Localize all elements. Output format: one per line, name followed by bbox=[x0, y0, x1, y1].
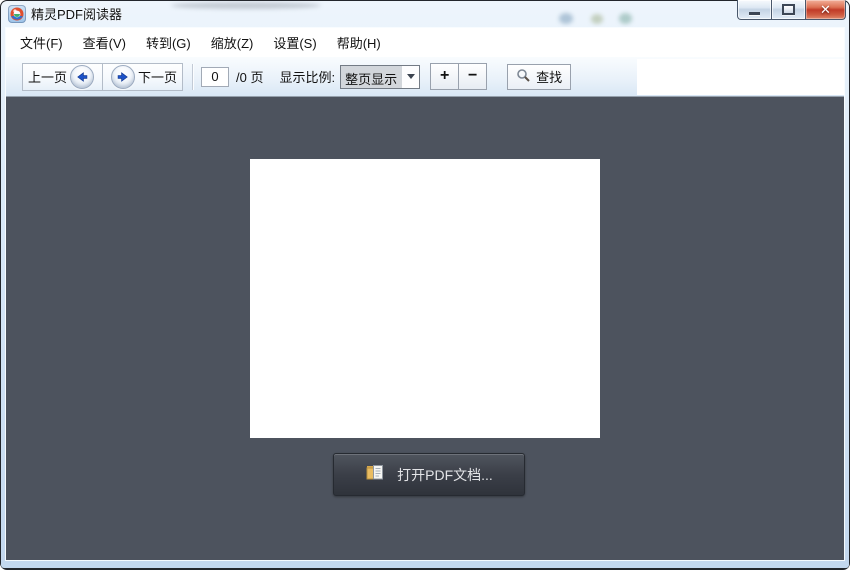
titlebar[interactable]: 精灵PDF阅读器 ✕ bbox=[0, 0, 850, 28]
open-pdf-button[interactable]: 打开PDF文档... bbox=[333, 453, 525, 496]
open-folder-icon bbox=[365, 463, 386, 486]
document-viewport: 打开PDF文档... bbox=[6, 97, 844, 560]
app-logo-icon bbox=[8, 5, 26, 23]
menu-file[interactable]: 文件(F) bbox=[14, 29, 69, 56]
previous-page-label: 上一页 bbox=[28, 67, 67, 86]
blank-document-page bbox=[250, 159, 600, 438]
zoom-in-button[interactable]: + bbox=[430, 63, 459, 90]
close-button[interactable]: ✕ bbox=[805, 0, 846, 20]
menu-zoom[interactable]: 缩放(Z) bbox=[205, 29, 260, 56]
toolbar: 上一页 下一页 bbox=[6, 57, 844, 97]
window-content: 文件(F) 查看(V) 转到(G) 缩放(Z) 设置(S) 帮助(H) 上一页 bbox=[6, 28, 844, 560]
find-button[interactable]: 查找 bbox=[507, 64, 571, 90]
menubar: 文件(F) 查看(V) 转到(G) 缩放(Z) 设置(S) 帮助(H) bbox=[6, 28, 844, 57]
zoom-buttons-group: + − bbox=[430, 63, 487, 90]
arrow-left-icon bbox=[70, 65, 94, 89]
close-icon: ✕ bbox=[820, 1, 831, 18]
arrow-right-icon bbox=[111, 65, 135, 89]
page-number-input[interactable] bbox=[201, 67, 229, 87]
zoom-mode-select[interactable]: 整页显示 bbox=[340, 65, 420, 89]
minimize-button[interactable] bbox=[737, 0, 772, 20]
zoom-mode-value: 整页显示 bbox=[341, 66, 402, 88]
open-pdf-label: 打开PDF文档... bbox=[397, 465, 493, 485]
next-page-button[interactable]: 下一页 bbox=[102, 63, 183, 91]
page-nav-group: 上一页 下一页 bbox=[22, 63, 183, 91]
magnifier-icon bbox=[516, 68, 531, 86]
menu-settings[interactable]: 设置(S) bbox=[267, 29, 322, 56]
find-label: 查找 bbox=[536, 67, 562, 86]
toolbar-separator bbox=[192, 64, 193, 90]
maximize-button[interactable] bbox=[771, 0, 806, 20]
next-page-label: 下一页 bbox=[138, 67, 177, 86]
menu-view[interactable]: 查看(V) bbox=[77, 29, 132, 56]
menu-goto[interactable]: 转到(G) bbox=[140, 29, 197, 56]
previous-page-button[interactable]: 上一页 bbox=[22, 63, 103, 91]
minimize-icon bbox=[749, 12, 760, 15]
search-input[interactable] bbox=[637, 59, 844, 95]
window-controls: ✕ bbox=[737, 0, 846, 20]
window-title: 精灵PDF阅读器 bbox=[31, 0, 122, 28]
zoom-out-button[interactable]: − bbox=[458, 63, 487, 90]
chevron-down-icon bbox=[402, 66, 419, 88]
zoom-ratio-label: 显示比例: bbox=[280, 67, 336, 86]
menu-help[interactable]: 帮助(H) bbox=[331, 29, 387, 56]
app-window: 精灵PDF阅读器 ✕ 文件(F) 查看(V) 转到(G) 缩放(Z) 设置(S)… bbox=[0, 0, 850, 570]
page-total-label: /0 页 bbox=[236, 67, 263, 86]
maximize-icon bbox=[782, 4, 795, 15]
